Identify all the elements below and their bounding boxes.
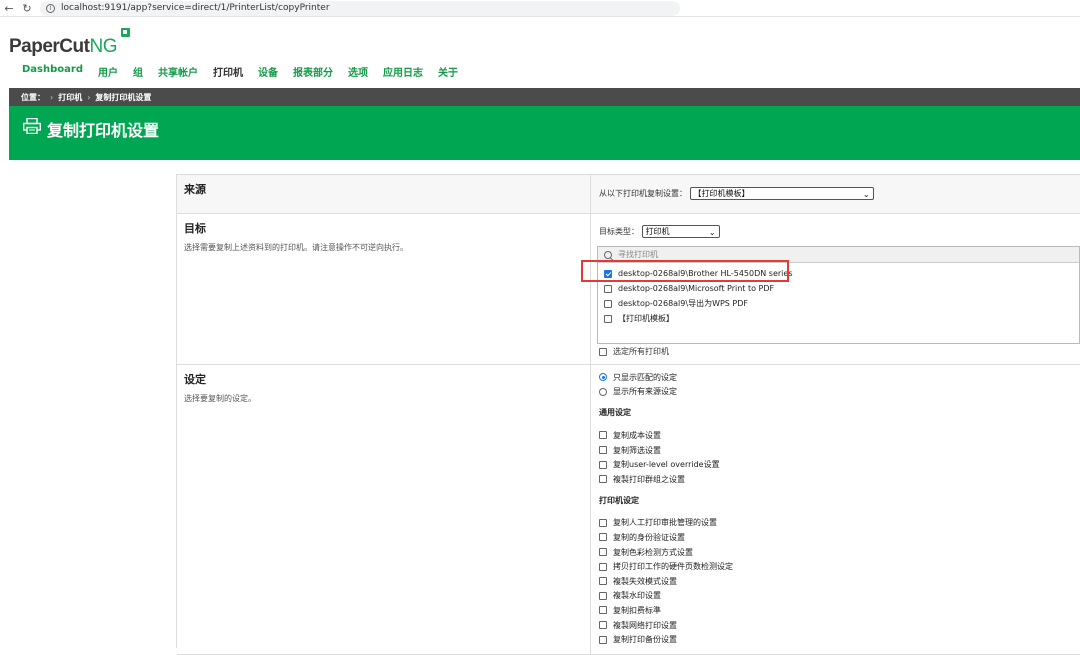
- nav-groups[interactable]: 组: [133, 64, 143, 88]
- printer-item[interactable]: desktop-0268al9\Microsoft Print to PDF: [604, 281, 1073, 296]
- target-title: 目标: [184, 222, 206, 235]
- printer-checkbox[interactable]: [604, 299, 612, 308]
- settings-value-col: 只显示匹配的设定 显示所有来源设定 通用设定 复制成本设置 复制筛选设置 复制u…: [592, 365, 1080, 654]
- target-description: 选择需要复制上述资料到的打印机。请注意操作不可逆向执行。: [184, 243, 408, 252]
- printer-checkbox[interactable]: [604, 314, 612, 323]
- checkbox[interactable]: [599, 635, 607, 644]
- checkbox[interactable]: [599, 518, 607, 527]
- chevron-down-icon: ⌄: [708, 228, 716, 237]
- printer-item[interactable]: desktop-0268al9\导出为WPS PDF: [604, 296, 1073, 311]
- general-settings-heading: 通用设定: [599, 408, 631, 418]
- source-select-line: 从以下打印机复制设置： 【打印机模板】 ⌄: [599, 187, 874, 200]
- radio-matching-option[interactable]: 只显示匹配的设定: [599, 370, 1074, 385]
- breadcrumb-current: 复制打印机设置: [95, 92, 152, 102]
- nav-reports[interactable]: 报表部分: [293, 64, 333, 88]
- copy-from-label: 从以下打印机复制设置：: [599, 189, 687, 198]
- checkbox[interactable]: [599, 460, 607, 469]
- printer-option[interactable]: 复制的身份验证设置: [599, 530, 1074, 545]
- target-type-line: 目标类型： 打印机 ⌄: [599, 225, 720, 238]
- search-icon: [604, 250, 612, 259]
- printer-option[interactable]: 拷贝打印工作的硬件页数检测设定: [599, 559, 1074, 574]
- settings-label-col: 设定 选择要复制的设定。: [177, 365, 591, 654]
- printer-checkbox[interactable]: [604, 284, 612, 293]
- nav-users[interactable]: 用户: [98, 64, 118, 88]
- printer-search-input[interactable]: 寻找打印机: [618, 249, 658, 260]
- checkbox[interactable]: [599, 562, 607, 571]
- source-row: 来源 从以下打印机复制设置： 【打印机模板】 ⌄: [177, 175, 1080, 214]
- printer-option[interactable]: 复制人工打印审批管理的设置: [599, 516, 1074, 531]
- radio-all-option[interactable]: 显示所有来源设定: [599, 385, 1074, 400]
- settings-row: 设定 选择要复制的设定。 只显示匹配的设定 显示所有来源设定 通用设定 复制成本…: [177, 365, 1080, 655]
- printer-option[interactable]: 复制打印备份设置: [599, 632, 1074, 647]
- info-icon[interactable]: i: [46, 3, 55, 13]
- radio-matching[interactable]: [599, 373, 607, 382]
- checkbox[interactable]: [599, 446, 607, 455]
- select-all-printers[interactable]: 选定所有打印机: [599, 346, 669, 357]
- nav-devices[interactable]: 设备: [258, 64, 278, 88]
- source-value-col: 从以下打印机复制设置： 【打印机模板】 ⌄: [592, 175, 1080, 213]
- breadcrumb-separator-icon: ›: [87, 92, 91, 102]
- reload-icon[interactable]: ↻: [18, 2, 36, 15]
- nav-shared-accounts[interactable]: 共享帐户: [158, 64, 198, 88]
- printer-option[interactable]: 複製失效模式设置: [599, 574, 1074, 589]
- printer-option[interactable]: 複製网络打印设置: [599, 618, 1074, 633]
- checkbox[interactable]: [599, 475, 607, 484]
- nav-dashboard[interactable]: Dashboard: [22, 64, 83, 88]
- printer-option[interactable]: 複製水印设置: [599, 589, 1074, 604]
- back-arrow-icon[interactable]: ←: [0, 2, 18, 15]
- radio-all[interactable]: [599, 387, 607, 396]
- address-bar[interactable]: i localhost:9191/app?service=direct/1/Pr…: [40, 0, 680, 16]
- nav-options[interactable]: 选项: [348, 64, 368, 88]
- general-option[interactable]: 複製打印群组之设置: [599, 472, 1074, 487]
- breadcrumb: 位置： › 打印机 › 复制打印机设置: [9, 88, 1080, 106]
- printer-option[interactable]: 复制色彩检测方式设置: [599, 545, 1074, 560]
- checkbox[interactable]: [599, 606, 607, 615]
- printer-settings-heading: 打印机设定: [599, 495, 639, 505]
- settings-description: 选择要复制的设定。: [184, 394, 256, 403]
- checkbox[interactable]: [599, 431, 607, 440]
- checkbox[interactable]: [599, 533, 607, 542]
- checkbox[interactable]: [599, 591, 607, 600]
- printer-option[interactable]: 复制扣费标準: [599, 603, 1074, 618]
- page-title: 复制打印机设置: [47, 121, 160, 140]
- general-option[interactable]: 复制user-level override设置: [599, 457, 1074, 472]
- nav-app-log[interactable]: 应用日志: [383, 64, 423, 88]
- main-nav: Dashboard 用户 组 共享帐户 打印机 设备 报表部分 选项 应用日志 …: [22, 64, 473, 100]
- nav-printers[interactable]: 打印机: [213, 64, 243, 100]
- general-option[interactable]: 复制筛选设置: [599, 443, 1074, 458]
- target-type-select[interactable]: 打印机 ⌄: [641, 225, 720, 238]
- checkbox[interactable]: [599, 621, 607, 630]
- source-printer-select[interactable]: 【打印机模板】 ⌄: [689, 187, 874, 200]
- browser-toolbar: ← ↻ i localhost:9191/app?service=direct/…: [0, 0, 1080, 17]
- checkbox[interactable]: [599, 548, 607, 557]
- breadcrumb-printers[interactable]: 打印机: [58, 92, 82, 103]
- target-type-label: 目标类型：: [599, 227, 639, 236]
- page-header: 复制打印机设置: [9, 106, 1080, 160]
- printer-item[interactable]: 【打印机模板】: [604, 311, 1073, 326]
- logo-flag-icon: [121, 28, 130, 37]
- settings-title: 设定: [184, 373, 206, 386]
- target-label-col: 目标 选择需要复制上述资料到的打印机。请注意操作不可逆向执行。: [177, 214, 591, 364]
- highlight-box: [581, 260, 789, 282]
- checkbox[interactable]: [599, 577, 607, 586]
- source-title: 来源: [184, 183, 206, 196]
- select-all-checkbox[interactable]: [599, 347, 607, 356]
- nav-about[interactable]: 关于: [438, 64, 458, 88]
- url-text: localhost:9191/app?service=direct/1/Prin…: [61, 3, 330, 13]
- general-option[interactable]: 复制成本设置: [599, 428, 1074, 443]
- printer-icon: [23, 118, 41, 134]
- breadcrumb-separator-icon: ›: [50, 92, 54, 102]
- papercut-logo[interactable]: PaperCutNG: [9, 36, 117, 58]
- source-label-col: 来源: [177, 175, 591, 213]
- chevron-down-icon: ⌄: [862, 190, 870, 199]
- breadcrumb-label: 位置：: [21, 92, 45, 102]
